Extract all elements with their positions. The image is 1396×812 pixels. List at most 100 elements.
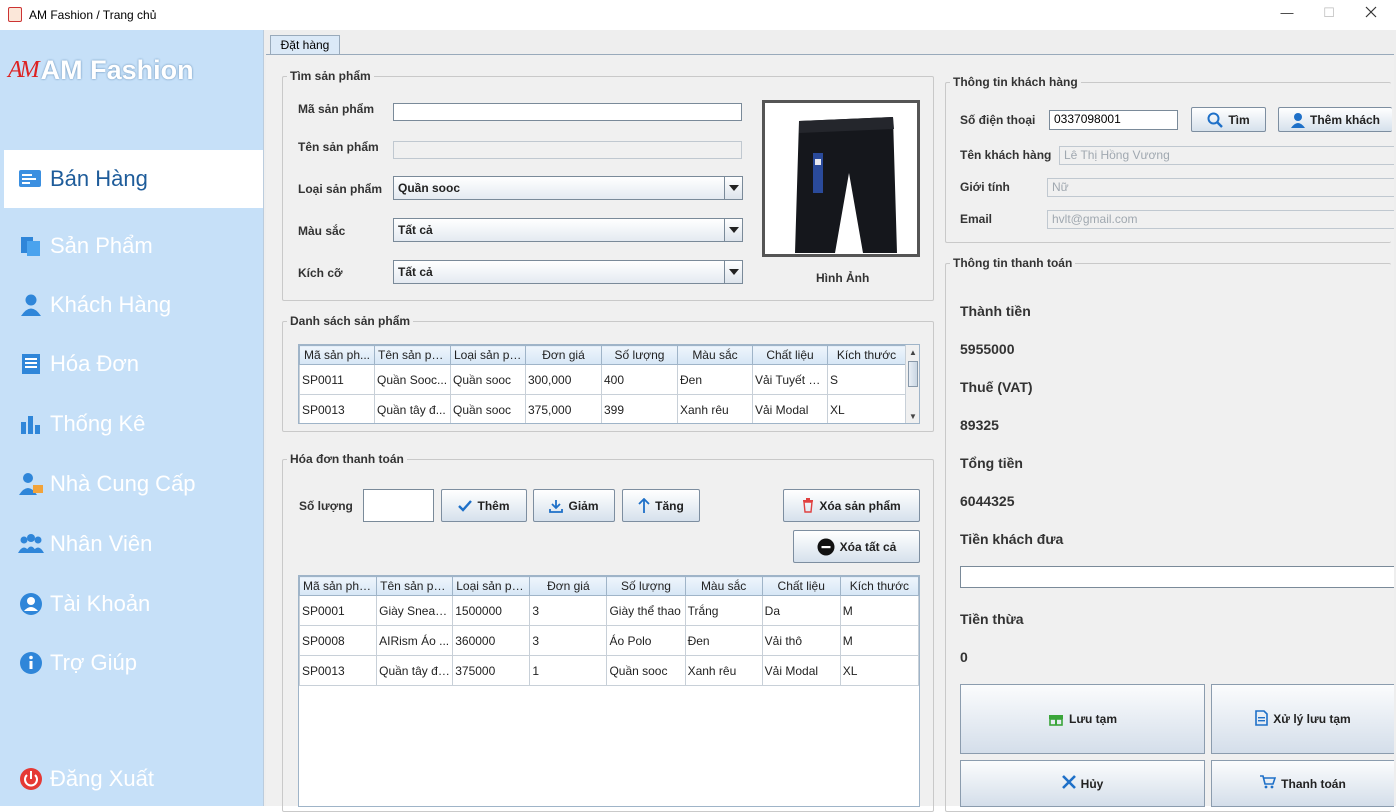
table-cell: Vải Modal xyxy=(761,655,841,686)
logout-button[interactable]: Đăng Xuất xyxy=(4,750,263,808)
subtotal-value: 5955000 xyxy=(960,341,1015,357)
product-list-title: Danh sách sản phẩm xyxy=(290,314,411,328)
search-group-title: Tìm sản phẩm xyxy=(290,69,371,83)
delete-product-button[interactable]: Xóa sản phẩm xyxy=(783,489,920,522)
scroll-thumb[interactable] xyxy=(908,361,918,387)
size-select[interactable]: Tất cả xyxy=(393,260,743,284)
table-cell: XL xyxy=(839,655,919,686)
table-row[interactable]: SP0013 Quần tây đe... 375000 1 Quần sooc… xyxy=(299,655,919,686)
column-header[interactable]: Số lượng xyxy=(606,576,686,596)
sidebar-item-nha-cung-cap[interactable]: Nhà Cung Cấp xyxy=(4,455,263,513)
scroll-down-icon[interactable]: ▼ xyxy=(906,409,919,423)
increase-button[interactable]: Tăng xyxy=(622,489,700,522)
column-header[interactable]: Kích thước xyxy=(827,345,906,365)
sidebar-item-hoa-don[interactable]: Hóa Đơn xyxy=(4,335,263,393)
save-draft-button[interactable]: Lưu tạm xyxy=(960,684,1205,754)
table-cell: SP0013 xyxy=(299,394,375,423)
sidebar-item-tai-khoan[interactable]: Tài Khoản xyxy=(4,575,263,633)
column-header[interactable]: Màu sắc xyxy=(684,576,763,596)
column-header[interactable]: Màu sắc xyxy=(677,345,753,365)
maximize-button[interactable]: ☐ xyxy=(1322,6,1336,20)
sidebar-item-san-pham[interactable]: Sản Phẩm xyxy=(4,217,263,275)
table-cell: AIRism Áo ... xyxy=(376,625,454,656)
table-row[interactable]: SP0013 Quần tây đ... Quần sooc 375,000 3… xyxy=(299,394,906,423)
table-row[interactable]: SP0011 Quần Sooc... Quần sooc 300,000 40… xyxy=(299,364,906,395)
cash-given-input[interactable] xyxy=(960,566,1394,588)
column-header[interactable]: Chất liệu xyxy=(752,345,828,365)
invoice-group-title: Hóa đơn thanh toán xyxy=(290,452,404,466)
customer-group-title: Thông tin khách hàng xyxy=(953,75,1078,89)
sidebar-item-label: Nhà Cung Cấp xyxy=(50,471,196,496)
decrease-button[interactable]: Giảm xyxy=(533,489,615,522)
table-row[interactable]: SP0001 Giày Sneak... 1500000 3 Giày thể … xyxy=(299,595,919,626)
add-customer-button[interactable]: Thêm khách xyxy=(1278,107,1392,132)
column-header[interactable]: Loại sản ph... xyxy=(452,576,531,596)
phone-input[interactable]: 0337098001 xyxy=(1049,110,1178,130)
product-code-input[interactable] xyxy=(393,103,742,121)
product-name-input[interactable] xyxy=(393,141,742,159)
gender-input[interactable]: Nữ xyxy=(1047,178,1394,197)
scroll-up-icon[interactable]: ▲ xyxy=(906,345,919,359)
power-icon xyxy=(18,766,44,792)
window-title: AM Fashion / Trang chủ xyxy=(29,8,157,22)
column-header[interactable]: Kích thước xyxy=(839,576,919,596)
sidebar-item-label: Tài Khoản xyxy=(50,591,151,616)
column-header[interactable]: Mã sản ph... xyxy=(299,345,375,365)
find-customer-button[interactable]: Tìm xyxy=(1191,107,1266,132)
invoice-table: Mã sản phẩ... Tên sản ph... Loại sản ph.… xyxy=(298,575,920,807)
column-header[interactable]: Chất liệu xyxy=(761,576,841,596)
table-cell: 300,000 xyxy=(525,364,602,395)
product-type-select[interactable]: Quần sooc xyxy=(393,176,743,200)
color-select[interactable]: Tất cả xyxy=(393,218,743,242)
table-cell: Áo Polo xyxy=(606,625,686,656)
arrow-up-icon xyxy=(638,497,650,514)
tab-dat-hang[interactable]: Đặt hàng xyxy=(270,35,340,55)
table-cell: SP0011 xyxy=(299,364,375,395)
chevron-down-icon[interactable] xyxy=(724,177,742,199)
column-header[interactable]: Số lượng xyxy=(601,345,678,365)
table-cell: Xanh rêu xyxy=(677,394,753,423)
sidebar-item-label: Hóa Đơn xyxy=(50,351,140,376)
table-row[interactable]: SP0008 AIRism Áo ... 360000 3 Áo Polo Đe… xyxy=(299,625,919,656)
column-header[interactable]: Loại sản ph... xyxy=(450,345,526,365)
minimize-button[interactable]: — xyxy=(1280,6,1294,20)
customer-name-input[interactable]: Lê Thị Hồng Vương xyxy=(1059,146,1394,165)
chevron-down-icon[interactable] xyxy=(724,219,742,241)
email-label: Email xyxy=(960,212,993,226)
checkout-button[interactable]: Thanh toán xyxy=(1211,760,1394,807)
quantity-input[interactable] xyxy=(363,489,434,522)
column-header[interactable]: Đơn giá xyxy=(525,345,602,365)
column-header[interactable]: Tên sản ph... xyxy=(376,576,454,596)
cancel-button[interactable]: Hủy xyxy=(960,760,1205,807)
column-header[interactable]: Tên sản ph... xyxy=(374,345,451,365)
table-cell: Quần tây đe... xyxy=(376,655,454,686)
product-table-scrollbar[interactable]: ▲ ▼ xyxy=(905,345,919,423)
column-header[interactable]: Đơn giá xyxy=(529,576,608,596)
table-cell: 3 xyxy=(529,625,608,656)
table-cell: Vải Tuyết M... xyxy=(752,364,828,395)
close-icon xyxy=(1365,6,1377,18)
close-button[interactable] xyxy=(1364,6,1378,20)
delete-product-label: Xóa sản phẩm xyxy=(819,498,901,513)
color-value: Tất cả xyxy=(398,223,433,237)
table-cell: 399 xyxy=(601,394,678,423)
sidebar-item-nhan-vien[interactable]: Nhân Viên xyxy=(4,515,263,573)
sidebar-item-khach-hang[interactable]: Khách Hàng xyxy=(4,276,263,334)
product-table: Mã sản ph... Tên sản ph... Loại sản ph..… xyxy=(298,344,920,424)
delete-all-button[interactable]: Xóa tất cả xyxy=(793,530,920,563)
cart-icon xyxy=(1260,775,1277,792)
chevron-down-icon[interactable] xyxy=(724,261,742,283)
email-input[interactable]: hvlt@gmail.com xyxy=(1047,210,1394,229)
sidebar-item-thong-ke[interactable]: Thống Kê xyxy=(4,395,263,453)
process-draft-button[interactable]: Xử lý lưu tạm xyxy=(1211,684,1394,754)
brand-mark: AM xyxy=(8,56,40,83)
table-cell: Trắng xyxy=(684,595,763,626)
sidebar-item-ban-hang[interactable]: Bán Hàng xyxy=(4,150,263,208)
sidebar-item-tro-giup[interactable]: Trợ Giúp xyxy=(4,634,263,692)
add-button[interactable]: Thêm xyxy=(441,489,527,522)
size-label: Kích cỡ xyxy=(298,266,343,280)
column-header[interactable]: Mã sản phẩ... xyxy=(299,576,378,596)
download-icon xyxy=(549,499,564,513)
table-cell: Xanh rêu xyxy=(684,655,763,686)
delete-all-label: Xóa tất cả xyxy=(839,539,897,554)
